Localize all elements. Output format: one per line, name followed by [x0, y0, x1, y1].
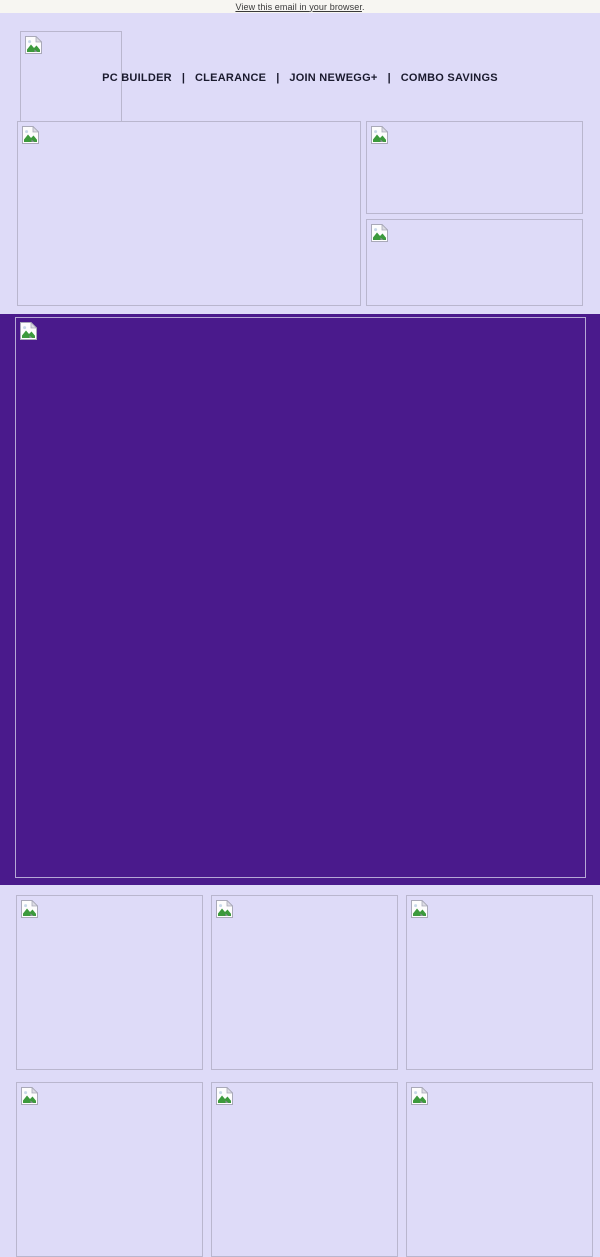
hero-banner	[0, 314, 600, 885]
product-tile[interactable]	[16, 895, 203, 1070]
main-navigation: PC BUILDER | CLEARANCE | JOIN NEWEGG+ | …	[0, 72, 600, 84]
broken-image-icon	[371, 126, 388, 144]
broken-image-icon	[371, 224, 388, 242]
product-tile[interactable]	[406, 1082, 593, 1257]
nav-separator: |	[276, 72, 280, 84]
broken-image-icon	[22, 126, 39, 144]
broken-image-icon	[411, 900, 428, 918]
product-tile[interactable]	[211, 1082, 398, 1257]
nav-item-clearance[interactable]: CLEARANCE	[191, 72, 270, 84]
broken-image-icon	[216, 900, 233, 918]
product-tile[interactable]	[406, 895, 593, 1070]
nav-item-join-newegg-plus[interactable]: JOIN NEWEGG+	[285, 72, 381, 84]
preheader-text: View this email in your browser.	[235, 2, 364, 12]
feature-image-bottom-right[interactable]	[366, 219, 583, 306]
feature-right-column	[366, 121, 583, 306]
nav-item-pc-builder[interactable]: PC BUILDER	[98, 72, 176, 84]
broken-image-icon	[216, 1087, 233, 1105]
product-row	[16, 895, 593, 1070]
product-tile[interactable]	[16, 1082, 203, 1257]
nav-separator: |	[387, 72, 391, 84]
view-in-browser-link[interactable]: View this email in your browser	[235, 2, 362, 12]
feature-image-grid	[0, 121, 600, 314]
preheader-bar: View this email in your browser.	[0, 0, 600, 13]
broken-image-icon	[20, 322, 37, 340]
broken-image-icon	[25, 36, 42, 54]
hero-image-placeholder[interactable]	[15, 317, 586, 878]
feature-image-top-right[interactable]	[366, 121, 583, 214]
broken-image-icon	[21, 1087, 38, 1105]
broken-image-icon	[411, 1087, 428, 1105]
feature-image-large[interactable]	[17, 121, 361, 306]
product-row	[16, 1082, 593, 1257]
product-tile[interactable]	[211, 895, 398, 1070]
nav-separator: |	[181, 72, 185, 84]
product-grid	[0, 885, 600, 1257]
broken-image-icon	[21, 900, 38, 918]
email-header: PC BUILDER | CLEARANCE | JOIN NEWEGG+ | …	[0, 13, 600, 129]
preheader-suffix: .	[361, 1, 365, 12]
nav-item-combo-savings[interactable]: COMBO SAVINGS	[397, 72, 502, 84]
